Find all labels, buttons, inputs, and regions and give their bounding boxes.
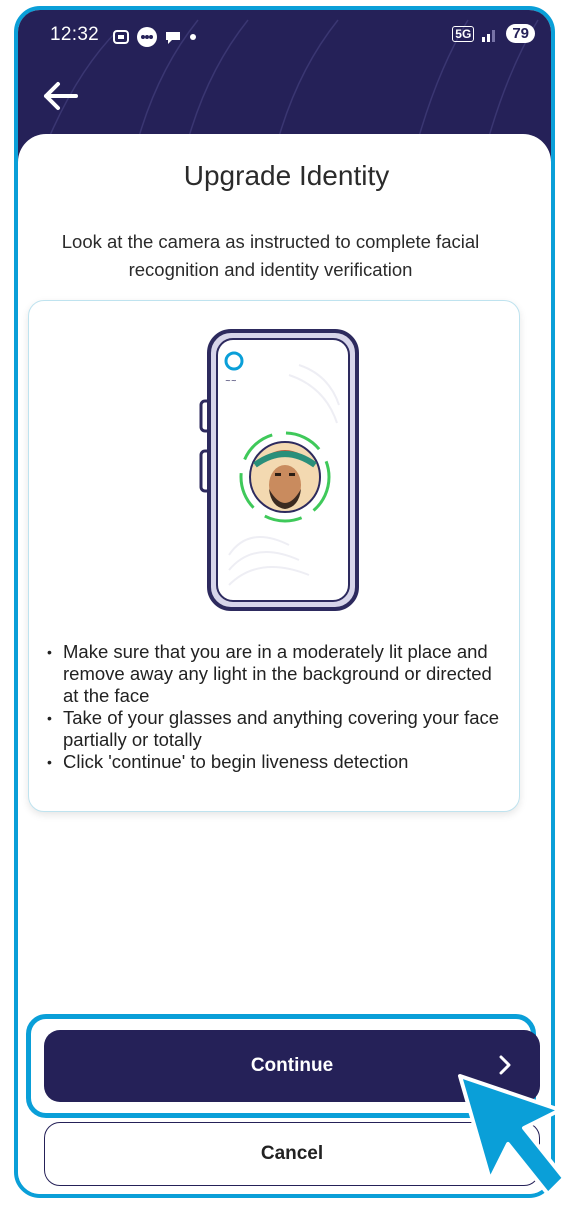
status-time: 12:32 — [50, 24, 100, 45]
signal-icon — [482, 29, 496, 42]
system-icons: 5G 79 — [452, 24, 535, 43]
page-subtitle: Look at the camera as instructed to comp… — [61, 231, 480, 280]
arrow-left-icon — [44, 82, 78, 110]
message-icon — [166, 32, 180, 44]
app-notification-icon — [137, 27, 157, 47]
network-5g-icon: 5G — [452, 25, 475, 42]
page-title: Upgrade Identity — [183, 160, 390, 191]
notification-icons — [112, 26, 198, 48]
battery-level: 79 — [512, 25, 529, 42]
status-bar: 12:32 5G 79 — [18, 10, 551, 66]
instruction-item: Take of your glasses and anything coveri… — [41, 707, 507, 751]
pointer-cursor-icon — [458, 1074, 566, 1196]
instruction-item: Click 'continue' to begin liveness detec… — [41, 751, 507, 773]
face-scan-illustration: ~~ — [199, 329, 359, 611]
instruction-item: Make sure that you are in a moderately l… — [41, 641, 507, 707]
dot-icon — [190, 34, 196, 40]
svg-text:~~: ~~ — [225, 377, 237, 385]
cancel-label: Cancel — [260, 1143, 324, 1164]
instructions-card: ~~ Make sure that you are in a moderatel… — [28, 300, 520, 812]
continue-label: Continue — [250, 1055, 334, 1076]
instructions-list: Make sure that you are in a moderately l… — [41, 641, 507, 773]
screenshot-icon — [113, 30, 129, 44]
back-button[interactable] — [40, 78, 80, 114]
battery-indicator: 79 — [506, 24, 535, 43]
